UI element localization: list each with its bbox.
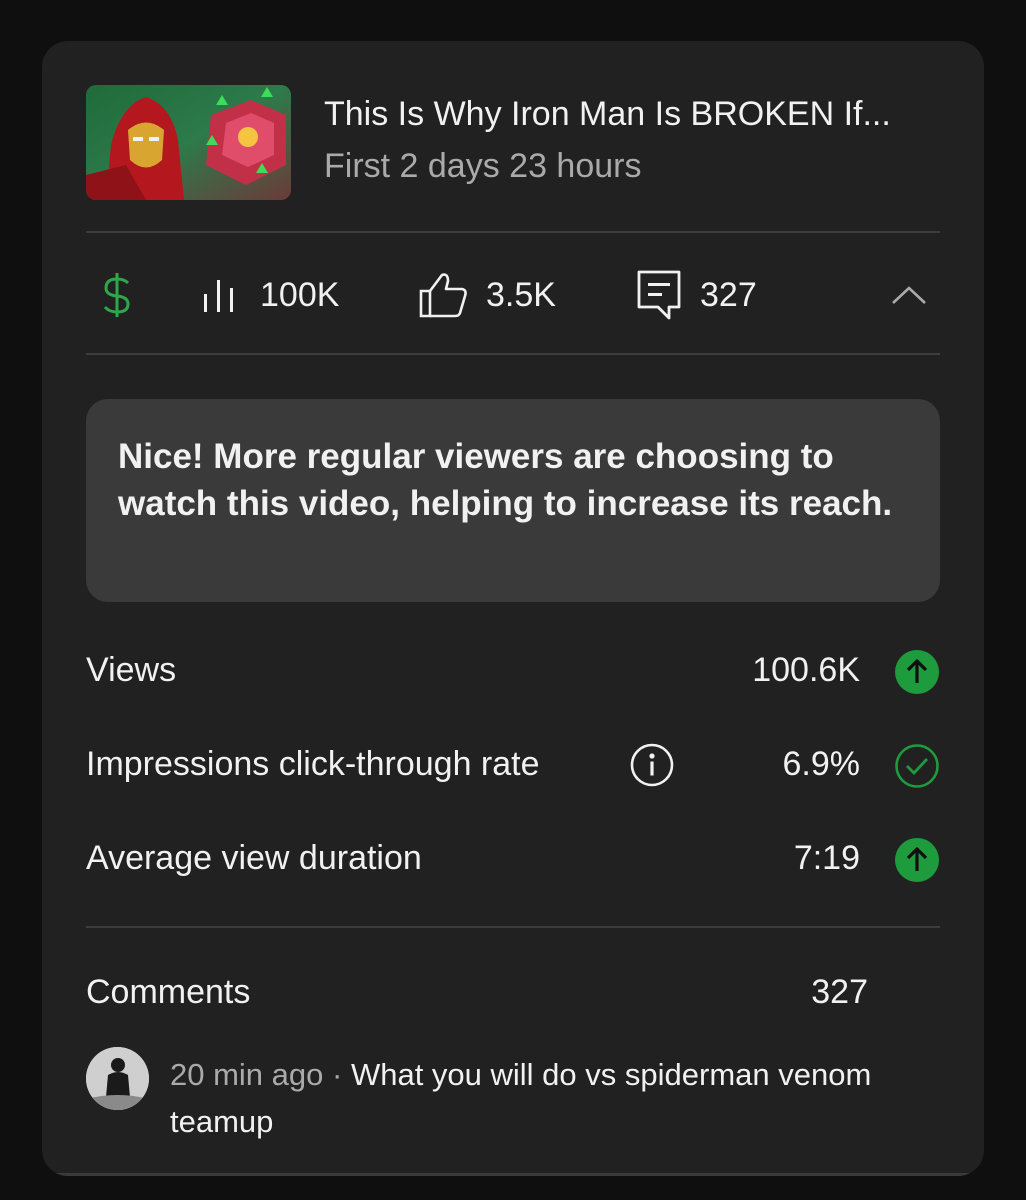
metric-label: Views: [86, 651, 177, 689]
video-header[interactable]: This Is Why Iron Man Is BROKEN If... Fir…: [86, 85, 946, 201]
bar-chart-icon: [200, 278, 242, 312]
metric-value: 7:19: [793, 839, 860, 877]
divider: [86, 353, 940, 355]
metric-views[interactable]: Views 100.6K: [86, 641, 940, 701]
comments-label: Comments: [86, 973, 251, 1011]
metric-label: Impressions click-through rate: [86, 745, 540, 783]
metric-value: 100.6K: [752, 651, 860, 689]
avatar[interactable]: [86, 1047, 149, 1110]
monetization-stat[interactable]: [102, 235, 132, 355]
comment-separator: ·: [323, 1057, 351, 1092]
likes-count: 3.5K: [486, 275, 556, 314]
divider: [86, 231, 940, 233]
comment-time: 20 min ago: [170, 1057, 324, 1092]
video-title[interactable]: This Is Why Iron Man Is BROKEN If...: [324, 95, 944, 134]
arrow-up-icon: [894, 837, 940, 883]
metric-label: Average view duration: [86, 839, 422, 877]
stats-row: 100K 3.5K 327: [86, 235, 940, 355]
comment-text-block: 20 min ago · What you will do vs spiderm…: [170, 1051, 940, 1145]
time-period: First 2 days 23 hours: [324, 147, 642, 185]
insight-text: Nice! More regular viewers are choosing …: [118, 437, 893, 523]
comment-item[interactable]: 20 min ago · What you will do vs spiderm…: [86, 1047, 940, 1147]
likes-stat[interactable]: 3.5K: [418, 235, 556, 355]
video-analytics-card: This Is Why Iron Man Is BROKEN If... Fir…: [42, 41, 984, 1176]
comments-header[interactable]: Comments 327: [86, 971, 940, 1021]
views-count: 100K: [260, 275, 340, 314]
divider: [86, 926, 940, 928]
metric-avg-duration[interactable]: Average view duration 7:19: [86, 829, 940, 889]
metric-value: 6.9%: [782, 745, 861, 783]
card-bottom-edge: [42, 1173, 984, 1176]
comments-count: 327: [700, 275, 757, 314]
thumbs-up-icon: [418, 271, 468, 319]
arrow-up-icon: [894, 649, 940, 695]
insight-message: Nice! More regular viewers are choosing …: [86, 399, 940, 602]
comment-icon: [636, 269, 682, 321]
dollar-icon: [102, 271, 132, 319]
video-thumbnail[interactable]: [86, 85, 291, 200]
chevron-up-icon: [890, 284, 928, 306]
info-icon[interactable]: [629, 742, 675, 788]
comments-stat[interactable]: 327: [636, 235, 757, 355]
views-stat[interactable]: 100K: [200, 235, 339, 355]
metric-ctr[interactable]: Impressions click-through rate 6.9%: [86, 735, 940, 795]
collapse-button[interactable]: [890, 235, 928, 355]
check-icon: [894, 743, 940, 789]
comments-total: 327: [811, 973, 868, 1011]
